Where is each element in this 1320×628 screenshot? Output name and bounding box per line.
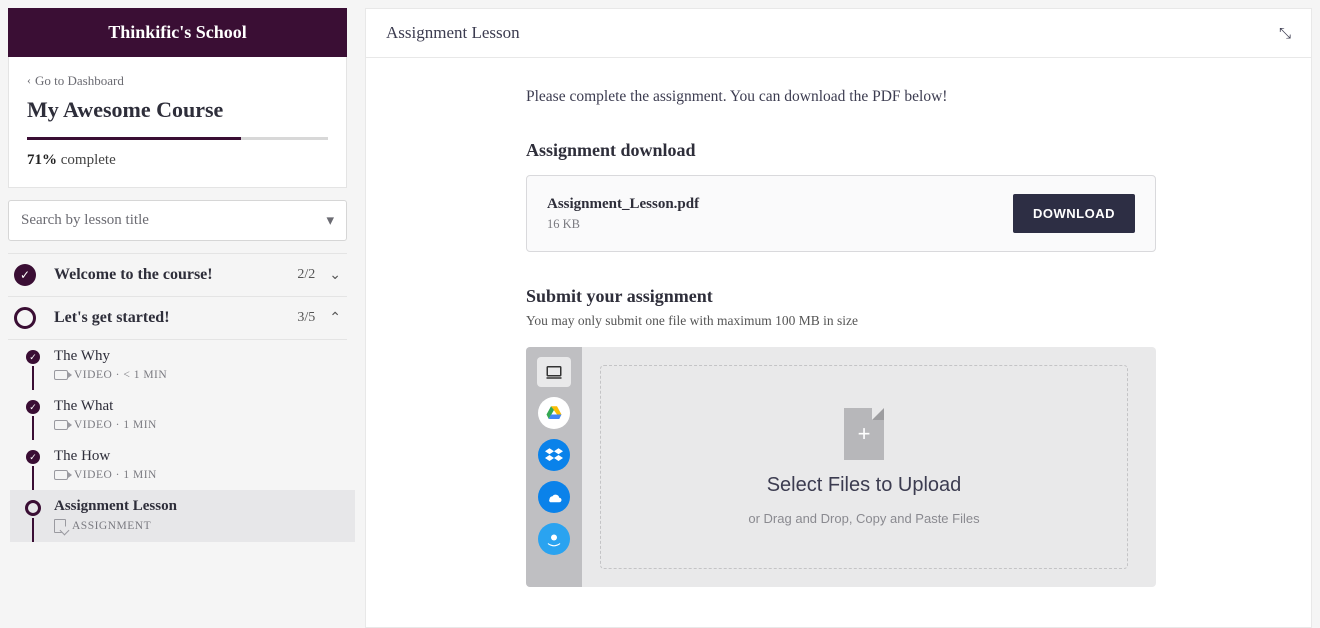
- progress-circle-icon: [14, 307, 36, 329]
- upload-dropzone[interactable]: + Select Files to Upload or Drag and Dro…: [600, 365, 1128, 569]
- chevron-left-icon: ‹: [27, 73, 31, 88]
- app-root: Thinkific's School ‹ Go to Dashboard My …: [0, 0, 1320, 628]
- lesson-the-what[interactable]: ✓ The What VIDEO · 1 MIN: [18, 390, 347, 440]
- open-dot-icon: [25, 500, 41, 516]
- dashboard-link-label: Go to Dashboard: [35, 73, 124, 89]
- download-button[interactable]: DOWNLOAD: [1013, 194, 1135, 233]
- lesson-assignment[interactable]: Assignment Lesson ASSIGNMENT: [10, 490, 355, 542]
- lesson-the-why[interactable]: ✓ The Why VIDEO · < 1 MIN: [18, 340, 347, 390]
- chapter-row-welcome[interactable]: ✓ Welcome to the course! 2/2 ⌄: [8, 253, 347, 297]
- upload-subtitle: or Drag and Drop, Copy and Paste Files: [748, 511, 979, 526]
- course-title: My Awesome Course: [27, 97, 328, 123]
- amazon-cloud-icon[interactable]: [538, 523, 570, 555]
- lesson-title: Assignment Lesson: [54, 498, 347, 515]
- lesson-meta: VIDEO · 1 MIN: [54, 419, 341, 431]
- lesson-meta: ASSIGNMENT: [54, 519, 347, 533]
- file-size: 16 KB: [547, 217, 699, 232]
- progress-text: 71% complete: [27, 152, 328, 169]
- dropbox-icon[interactable]: [538, 439, 570, 471]
- download-heading: Assignment download: [526, 140, 1281, 161]
- chapter-title: Let's get started!: [54, 309, 297, 327]
- google-drive-icon[interactable]: [538, 397, 570, 429]
- download-box: Assignment_Lesson.pdf 16 KB DOWNLOAD: [526, 175, 1156, 252]
- onedrive-icon[interactable]: [538, 481, 570, 513]
- main-header: Assignment Lesson ⤡: [366, 9, 1311, 58]
- lesson-title: The Why: [54, 348, 341, 365]
- chevron-down-icon: ⌄: [329, 267, 341, 284]
- file-name: Assignment_Lesson.pdf: [547, 196, 699, 213]
- upload-area: + Select Files to Upload or Drag and Dro…: [526, 347, 1156, 587]
- check-dot-icon: ✓: [26, 350, 40, 364]
- chapter-title: Welcome to the course!: [54, 266, 297, 284]
- main-panel: Assignment Lesson ⤡ Please complete the …: [365, 8, 1312, 628]
- course-card: ‹ Go to Dashboard My Awesome Course 71% …: [8, 57, 347, 188]
- school-header: Thinkific's School: [8, 8, 347, 57]
- assignment-icon: [54, 519, 66, 533]
- chapter-count: 2/2: [297, 267, 315, 283]
- search-lesson-dropdown[interactable]: Search by lesson title ▾: [8, 200, 347, 241]
- lesson-the-how[interactable]: ✓ The How VIDEO · 1 MIN: [18, 440, 347, 490]
- lesson-title: The What: [54, 398, 341, 415]
- go-to-dashboard-link[interactable]: ‹ Go to Dashboard: [27, 73, 124, 89]
- check-dot-icon: ✓: [26, 400, 40, 414]
- upload-source-rail: [526, 347, 582, 587]
- lesson-meta: VIDEO · < 1 MIN: [54, 369, 341, 381]
- caret-down-icon: ▾: [326, 211, 334, 230]
- progress-fill: [27, 137, 241, 140]
- submit-heading: Submit your assignment: [526, 286, 1281, 307]
- file-plus-icon: +: [844, 408, 884, 460]
- submit-hint: You may only submit one file with maximu…: [526, 313, 1281, 329]
- video-icon: [54, 470, 68, 480]
- expand-icon[interactable]: ⤡: [1279, 25, 1291, 42]
- chapter-list: ✓ Welcome to the course! 2/2 ⌄ Let's get…: [8, 253, 347, 542]
- lesson-meta: VIDEO · 1 MIN: [54, 469, 341, 481]
- upload-title: Select Files to Upload: [767, 474, 962, 497]
- intro-text: Please complete the assignment. You can …: [526, 88, 1281, 106]
- progress-percent: 71%: [27, 152, 57, 168]
- lesson-list: ✓ The Why VIDEO · < 1 MIN ✓: [8, 340, 347, 542]
- main-content: Please complete the assignment. You can …: [366, 58, 1311, 587]
- search-placeholder: Search by lesson title: [21, 212, 149, 229]
- chevron-up-icon: ⌃: [329, 310, 341, 327]
- video-icon: [54, 420, 68, 430]
- check-circle-icon: ✓: [14, 264, 36, 286]
- check-dot-icon: ✓: [26, 450, 40, 464]
- sidebar: Thinkific's School ‹ Go to Dashboard My …: [0, 0, 355, 628]
- progress-bar: [27, 137, 328, 140]
- page-title: Assignment Lesson: [386, 23, 520, 43]
- video-icon: [54, 370, 68, 380]
- chapter-row-get-started[interactable]: Let's get started! 3/5 ⌃: [8, 297, 347, 340]
- local-device-icon[interactable]: [537, 357, 571, 387]
- progress-complete-label: complete: [61, 152, 116, 168]
- lesson-title: The How: [54, 448, 341, 465]
- chapter-count: 3/5: [297, 310, 315, 326]
